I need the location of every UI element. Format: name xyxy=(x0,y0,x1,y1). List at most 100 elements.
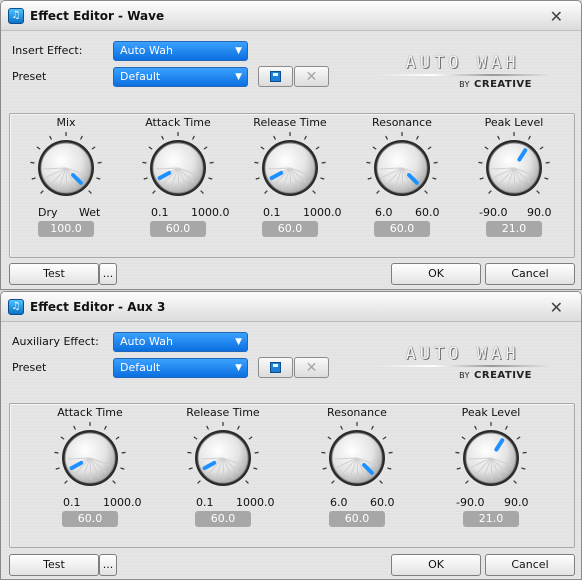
knob-label: Mix xyxy=(56,116,76,129)
resonance-knob[interactable] xyxy=(364,130,440,206)
knob-value[interactable]: 60.0 xyxy=(374,221,430,237)
knob-max-label: 1000.0 xyxy=(303,206,342,219)
knob-label: Resonance xyxy=(327,406,387,419)
save-icon xyxy=(270,362,281,373)
preset-dropdown[interactable]: Default ▼ xyxy=(113,67,248,87)
insert-effect-dropdown[interactable]: Auto Wah ▼ xyxy=(113,41,248,61)
knob-tick xyxy=(142,161,147,164)
knob-panel: Mix Dry Wet 100.0 Attack Time 0.1 1000.0… xyxy=(9,113,575,258)
delete-icon: ✕ xyxy=(305,359,318,376)
knob-label: Release Time xyxy=(186,406,260,419)
knob-release-time: Release Time 0.1 1000.0 60.0 xyxy=(234,116,346,237)
auxiliary-effect-dropdown[interactable]: Auto Wah ▼ xyxy=(113,332,248,352)
ok-button[interactable]: OK xyxy=(391,554,481,576)
knob-value[interactable]: 60.0 xyxy=(150,221,206,237)
knob-tick xyxy=(521,467,526,470)
peak-level-knob[interactable] xyxy=(476,130,552,206)
knob-tick xyxy=(484,146,489,150)
knob-tick xyxy=(54,451,59,454)
preset-dropdown[interactable]: Default ▼ xyxy=(113,358,248,378)
knob-tick xyxy=(121,451,126,454)
knob-tick xyxy=(320,177,325,180)
knob-tick xyxy=(91,146,96,150)
knob-min-label: 0.1 xyxy=(263,206,281,219)
knob-tick xyxy=(60,436,65,440)
knob-tick xyxy=(370,425,374,430)
knob-label: Release Time xyxy=(253,116,327,129)
cancel-button[interactable]: Cancel xyxy=(485,263,575,285)
knob-value[interactable]: 60.0 xyxy=(195,511,251,527)
resonance-knob[interactable] xyxy=(319,420,395,496)
delete-preset-button[interactable]: ✕ xyxy=(294,357,329,378)
knob-value[interactable]: 60.0 xyxy=(62,511,118,527)
knob-resonance: Resonance 6.0 60.0 60.0 xyxy=(346,116,458,237)
knob-tick xyxy=(49,135,53,140)
test-options-button[interactable]: ... xyxy=(99,554,117,576)
logo-underline xyxy=(375,365,550,367)
knob-max-label: 1000.0 xyxy=(191,206,230,219)
knob-tick xyxy=(236,425,240,430)
knob-tick xyxy=(103,425,107,430)
knob-value[interactable]: 60.0 xyxy=(262,221,318,237)
knob-tick xyxy=(120,467,125,470)
save-preset-button[interactable] xyxy=(258,66,293,87)
knob-tick xyxy=(187,451,192,454)
auto-wah-logo: AUTO WAH BY CREATIVE xyxy=(365,53,560,97)
knob-tick xyxy=(331,480,335,484)
release-time-knob[interactable] xyxy=(252,130,328,206)
knob-tick xyxy=(539,146,544,150)
knob-min-label: -90.0 xyxy=(456,496,485,509)
peak-level-knob[interactable] xyxy=(453,420,529,496)
knob-tick xyxy=(516,436,521,440)
knob-tick xyxy=(424,190,428,194)
knob-value[interactable]: 21.0 xyxy=(463,511,519,527)
knob-tick xyxy=(504,425,508,430)
knob-value[interactable]: 21.0 xyxy=(486,221,542,237)
knob-tick xyxy=(497,135,501,140)
ok-button[interactable]: OK xyxy=(391,263,481,285)
release-time-knob[interactable] xyxy=(185,420,261,496)
knob-tick xyxy=(96,177,101,180)
test-button[interactable]: Test xyxy=(9,263,99,285)
logo-title: AUTO WAH xyxy=(405,344,520,364)
knob-tick xyxy=(253,467,258,470)
save-preset-button[interactable] xyxy=(258,357,293,378)
knob-tick xyxy=(433,161,438,164)
logo-brand: BY CREATIVE xyxy=(459,370,532,381)
delete-icon: ✕ xyxy=(305,68,318,85)
knob-tick xyxy=(387,467,392,470)
knob-tick xyxy=(31,177,36,180)
close-icon[interactable]: ✕ xyxy=(550,7,563,26)
knob-attack-time: Attack Time 0.1 1000.0 60.0 xyxy=(34,406,146,527)
knob-tick xyxy=(432,177,437,180)
attack-time-knob[interactable] xyxy=(140,130,216,206)
effect-editor-icon: ♫ xyxy=(8,298,24,315)
close-icon[interactable]: ✕ xyxy=(550,298,563,317)
knob-tick xyxy=(273,135,277,140)
knob-tick xyxy=(366,161,371,164)
knob-min-label: 0.1 xyxy=(151,206,169,219)
effect-editor-window-aux3: ♫ Effect Editor - Aux 3 ✕ Auxiliary Effe… xyxy=(0,291,582,580)
mix-knob[interactable] xyxy=(28,130,104,206)
knob-tick xyxy=(376,190,380,194)
insert-effect-label: Insert Effect: xyxy=(12,44,83,57)
knob-min-label: 0.1 xyxy=(196,496,214,509)
knob-label: Attack Time xyxy=(145,116,211,129)
knob-value[interactable]: 100.0 xyxy=(38,221,94,237)
test-button[interactable]: Test xyxy=(9,554,99,576)
knob-value[interactable]: 60.0 xyxy=(329,511,385,527)
test-options-button[interactable]: ... xyxy=(99,263,117,285)
attack-time-knob[interactable] xyxy=(52,420,128,496)
knob-tick xyxy=(327,436,332,440)
knob-tick xyxy=(322,467,327,470)
knob-tick xyxy=(367,177,372,180)
knob-tick xyxy=(79,135,83,140)
knob-tick xyxy=(382,436,387,440)
save-icon xyxy=(270,71,281,82)
knob-tick xyxy=(112,480,116,484)
cancel-button[interactable]: Cancel xyxy=(485,554,575,576)
knob-min-label: Dry xyxy=(38,206,58,219)
knob-resonance: Resonance 6.0 60.0 60.0 xyxy=(301,406,413,527)
delete-preset-button[interactable]: ✕ xyxy=(294,66,329,87)
chevron-down-icon: ▼ xyxy=(235,72,242,82)
